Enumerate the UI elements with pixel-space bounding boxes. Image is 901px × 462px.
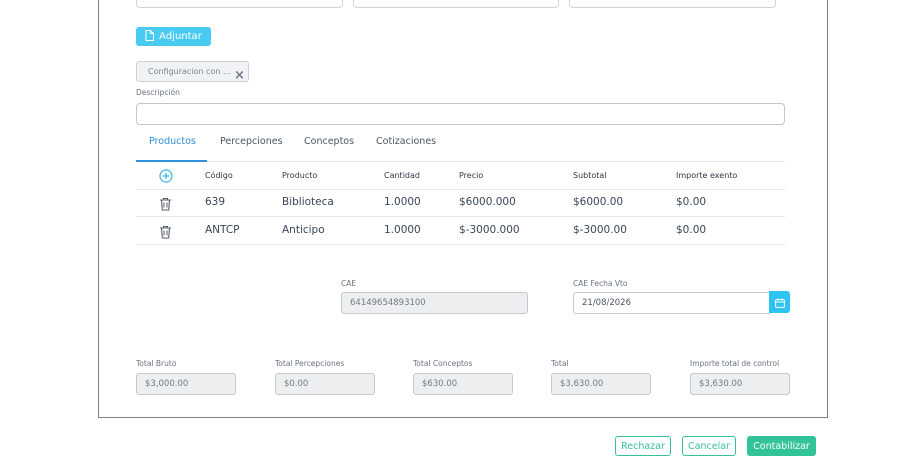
col-header-cantidad: Cantidad — [384, 171, 420, 180]
importe-control-label: Importe total de control — [690, 359, 780, 368]
importe-control-field: $3,630.00 — [690, 373, 790, 395]
cae-label: CAE — [341, 279, 357, 288]
total-bruto-label: Total Bruto — [136, 359, 177, 368]
col-header-precio: Precio — [459, 171, 484, 180]
col-header-codigo: Código — [205, 171, 233, 180]
cell-producto: Anticipo — [282, 224, 325, 236]
row-divider — [136, 216, 785, 217]
total-label: Total — [551, 359, 569, 368]
add-circle-icon[interactable] — [159, 168, 173, 187]
cell-cantidad: 1.0000 — [384, 196, 421, 208]
attachment-chip: Configuracion con ... — [136, 61, 249, 82]
top-field-1[interactable] — [136, 0, 343, 8]
cell-subtotal: $-3000.00 — [573, 224, 627, 236]
row-divider — [136, 244, 785, 245]
active-tab-indicator — [136, 160, 207, 162]
attachment-name: Configuracion con ... — [148, 67, 231, 76]
descripcion-input[interactable] — [136, 103, 785, 125]
total-conceptos-field: $630.00 — [413, 373, 513, 395]
close-icon[interactable]: × — [234, 69, 245, 82]
tab-productos[interactable]: Productos — [149, 136, 196, 147]
trash-icon[interactable] — [159, 224, 172, 243]
col-header-producto: Producto — [282, 171, 318, 180]
cell-codigo: 639 — [205, 196, 226, 208]
tabs-divider — [136, 161, 785, 162]
top-field-3[interactable] — [569, 0, 776, 8]
tab-conceptos[interactable]: Conceptos — [304, 136, 354, 147]
total-field: $3,630.00 — [551, 373, 651, 395]
cell-importe-exento: $0.00 — [676, 224, 707, 236]
trash-icon[interactable] — [159, 196, 172, 215]
cell-subtotal: $6000.00 — [573, 196, 624, 208]
col-header-importe-exento: Importe exento — [676, 171, 738, 180]
cae-field: 64149654893100 — [341, 292, 528, 314]
total-conceptos-label: Total Conceptos — [413, 359, 473, 368]
adjuntar-button[interactable]: Adjuntar — [136, 27, 211, 46]
cell-precio: $6000.000 — [459, 196, 516, 208]
cell-cantidad: 1.0000 — [384, 224, 421, 236]
cell-precio: $-3000.000 — [459, 224, 520, 236]
tab-percepciones[interactable]: Percepciones — [220, 136, 283, 147]
top-field-2[interactable] — [353, 0, 559, 8]
cell-importe-exento: $0.00 — [676, 196, 707, 208]
contabilizar-button[interactable]: Contabilizar — [747, 436, 816, 456]
tab-cotizaciones[interactable]: Cotizaciones — [376, 136, 436, 147]
cae-vto-field[interactable]: 21/08/2026 — [573, 292, 770, 314]
rechazar-button[interactable]: Rechazar — [615, 436, 671, 456]
descripcion-label: Descripción — [136, 88, 180, 97]
cae-vto-label: CAE Fecha Vto — [573, 279, 628, 288]
total-percepciones-label: Total Percepciones — [275, 359, 345, 368]
cell-producto: Biblioteca — [282, 196, 334, 208]
total-percepciones-field: $0.00 — [275, 373, 375, 395]
calendar-icon — [774, 293, 785, 312]
adjuntar-label: Adjuntar — [159, 31, 202, 42]
cancelar-button[interactable]: Cancelar — [682, 436, 736, 456]
file-icon — [145, 29, 155, 44]
cell-codigo: ANTCP — [205, 224, 240, 236]
total-bruto-field: $3,000.00 — [136, 373, 236, 395]
col-header-subtotal: Subtotal — [573, 171, 607, 180]
row-divider — [136, 189, 785, 190]
calendar-button[interactable] — [769, 291, 790, 313]
